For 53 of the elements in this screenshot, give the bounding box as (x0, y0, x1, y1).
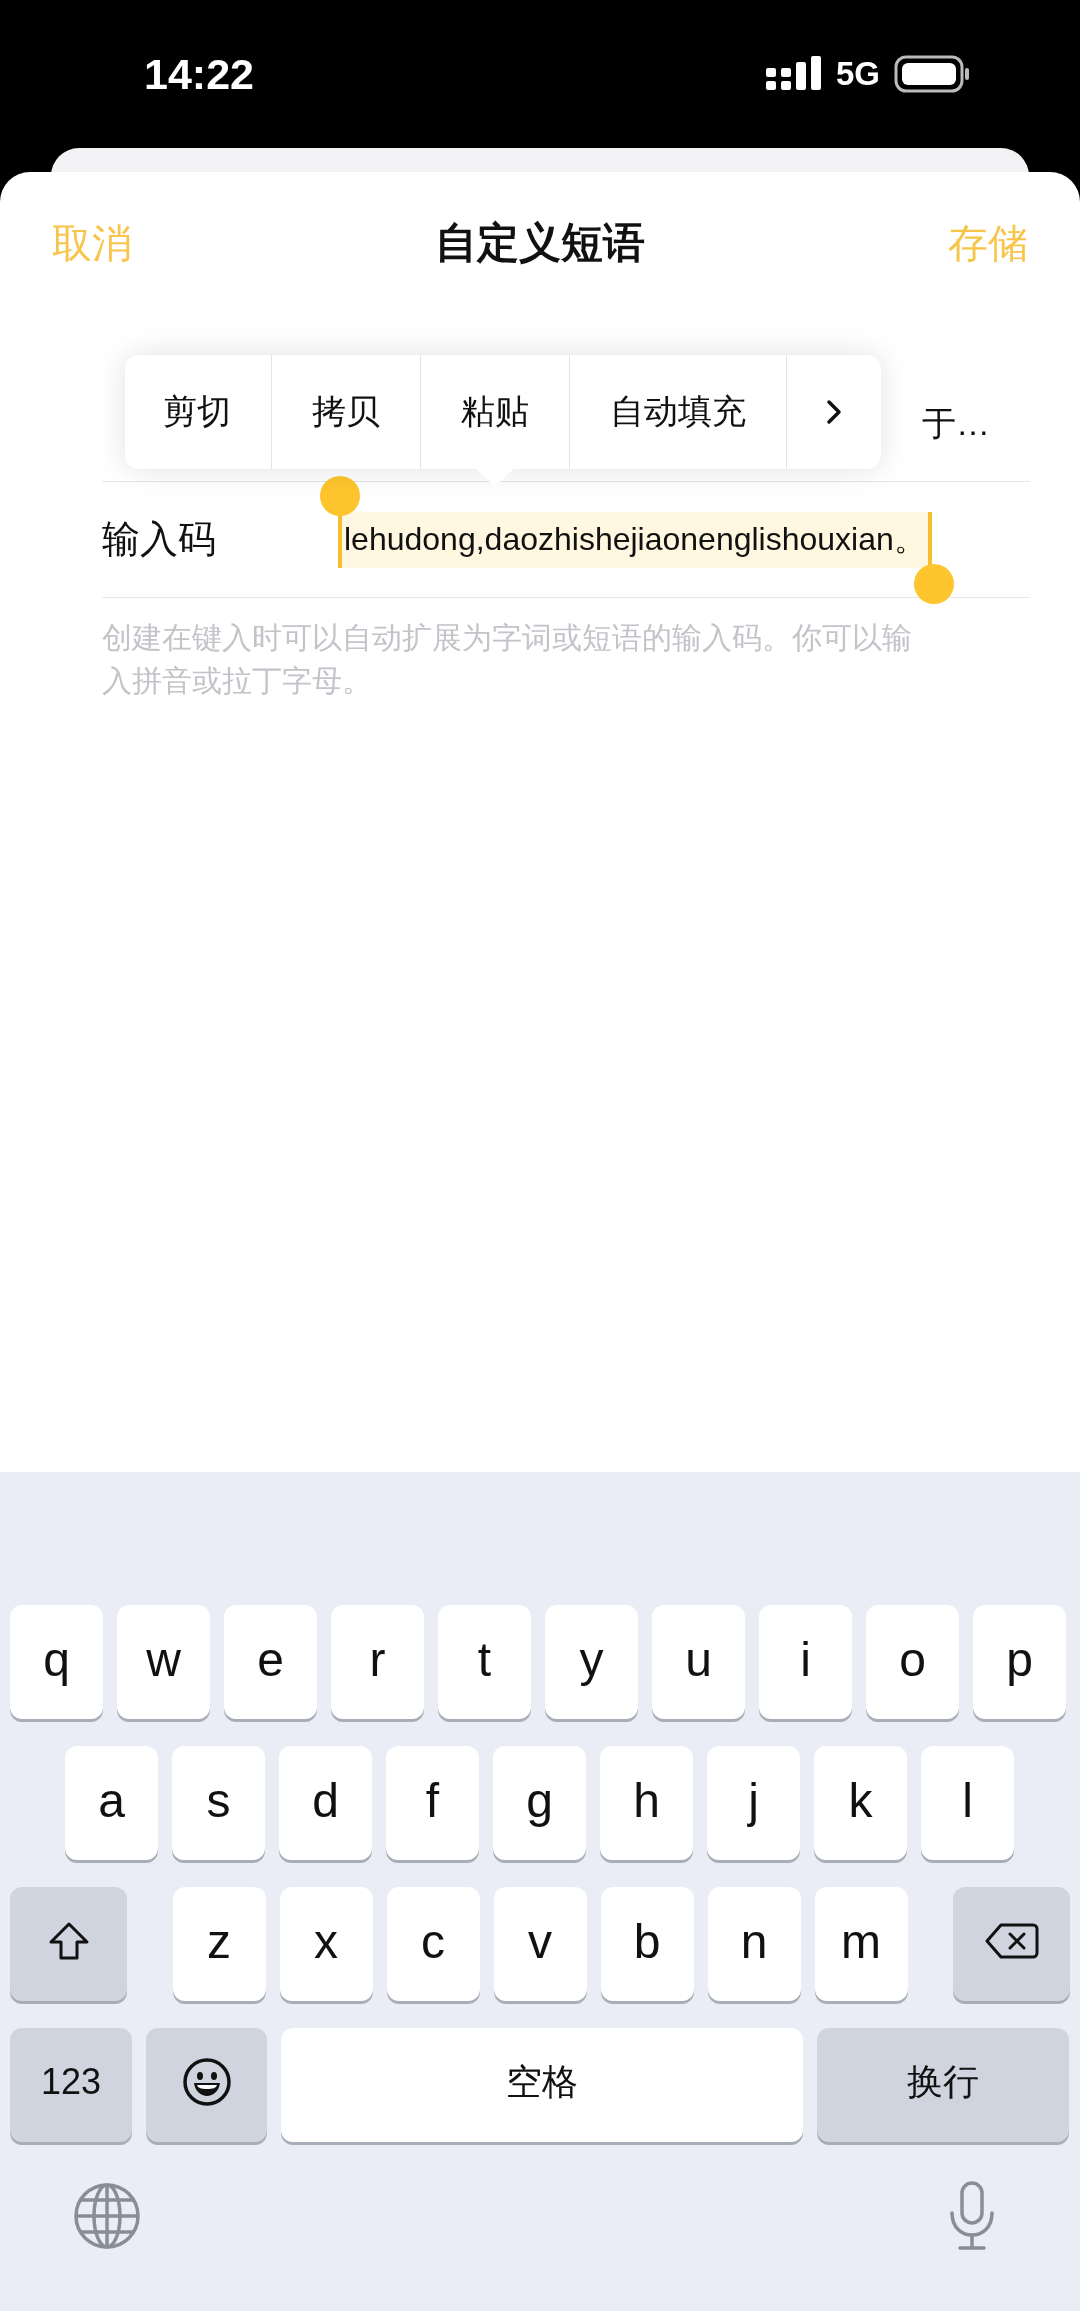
hint-text: 创建在键入时可以自动扩展为字词或短语的输入码。你可以输入拼音或拉丁字母。 (102, 620, 913, 699)
key[interactable]: u (652, 1605, 745, 1719)
key[interactable]: v (493, 1887, 587, 2001)
menu-item[interactable]: 拷贝 (272, 355, 421, 469)
key[interactable]: j (707, 1746, 800, 1860)
delete-key[interactable] (953, 1887, 1070, 2001)
menu-item[interactable]: 剪切 (125, 355, 272, 469)
network-label: 5G (835, 55, 880, 93)
emoji-icon (181, 2057, 232, 2107)
signal-icon (765, 56, 822, 92)
key[interactable]: f (386, 1746, 479, 1860)
shortcut-field[interactable]: lehudong,daozhishejiaonenglishouxian。 (318, 475, 954, 604)
key[interactable]: k (814, 1746, 907, 1860)
selection-handle[interactable] (913, 563, 954, 604)
key[interactable]: q (10, 1605, 103, 1719)
key[interactable]: i (759, 1605, 852, 1719)
key[interactable]: z (172, 1887, 266, 2001)
screen-title: 自定义短语 (435, 218, 645, 268)
return-key[interactable]: 换行 (817, 2028, 1069, 2142)
key[interactable]: x (279, 1887, 373, 2001)
key[interactable]: a (65, 1746, 158, 1860)
numbers-key[interactable]: 123 (10, 2028, 132, 2142)
key[interactable]: e (224, 1605, 317, 1719)
key[interactable]: d (279, 1746, 372, 1860)
key[interactable]: w (117, 1605, 210, 1719)
menu-item[interactable]: 自动填充 (570, 355, 787, 469)
key[interactable]: g (493, 1746, 586, 1860)
key[interactable]: n (707, 1887, 801, 2001)
key[interactable]: b (600, 1887, 694, 2001)
shift-icon (47, 1921, 90, 1961)
clock-time: 14:22 (144, 49, 254, 99)
globe-icon[interactable] (73, 2182, 141, 2250)
microphone-icon[interactable] (948, 2181, 996, 2251)
backspace-icon (984, 1922, 1039, 1960)
key[interactable]: c (386, 1887, 480, 2001)
key[interactable]: o (866, 1605, 959, 1719)
shift-key[interactable] (10, 1887, 127, 2001)
space-key[interactable]: 空格 (281, 2028, 803, 2142)
key[interactable]: p (973, 1605, 1066, 1719)
phrase-value: 于… (922, 402, 990, 444)
selection-handle[interactable] (320, 475, 360, 516)
key[interactable]: l (921, 1746, 1014, 1860)
key[interactable]: y (545, 1605, 638, 1719)
field-label: 输入码 (102, 517, 217, 562)
key[interactable]: s (172, 1746, 265, 1860)
key[interactable]: t (438, 1605, 531, 1719)
emoji-key[interactable] (146, 2028, 267, 2142)
battery-icon (894, 55, 970, 93)
key[interactable]: h (600, 1746, 693, 1860)
menu-item[interactable]: 粘贴 (421, 355, 570, 469)
key[interactable]: r (331, 1605, 424, 1719)
chevron-right-icon (825, 398, 843, 426)
key[interactable]: m (814, 1887, 908, 2001)
